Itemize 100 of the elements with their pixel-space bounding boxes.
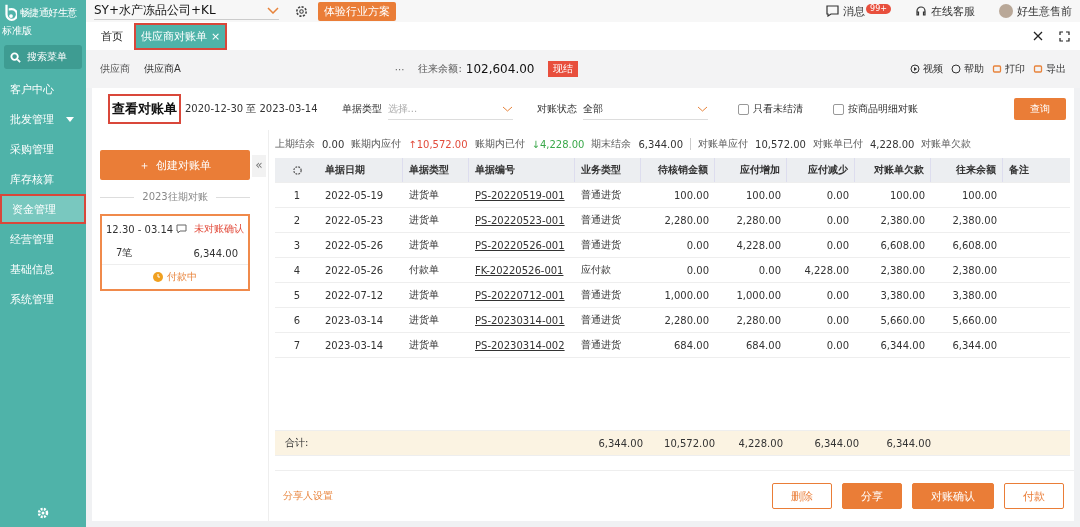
summary-label: 上期结余 bbox=[275, 137, 315, 151]
table-cell-text: 0.00 bbox=[685, 263, 710, 278]
toolbar-link[interactable]: 视频 bbox=[910, 62, 943, 76]
create-statement-button[interactable]: ＋ 创建对账单 bbox=[100, 150, 250, 180]
column-header: 单据编号 bbox=[469, 158, 575, 182]
table-cell-text: 进货单 bbox=[408, 238, 440, 252]
date-range: 2020-12-30 至 2023-03-14 bbox=[185, 102, 318, 116]
document-link[interactable]: PS-20220712-001 bbox=[469, 283, 575, 307]
service-button[interactable]: 在线客服 bbox=[915, 3, 975, 19]
settings-icon[interactable] bbox=[291, 164, 303, 176]
table-cell-text: 2,380.00 bbox=[879, 263, 926, 278]
table-cell-text: 100.00 bbox=[673, 188, 710, 203]
column-header: 待核销金额 bbox=[641, 158, 715, 182]
settlement-badge: 现结 bbox=[548, 61, 579, 77]
fullscreen-icon[interactable] bbox=[1059, 30, 1070, 42]
document-link[interactable]: PS-20230314-002 bbox=[469, 333, 575, 357]
document-link[interactable]: PS-20220526-001 bbox=[469, 233, 575, 257]
user-menu[interactable]: 好生意售前 bbox=[999, 3, 1072, 19]
table-cell-text: 3,380.00 bbox=[951, 288, 998, 303]
more-button[interactable]: ··· bbox=[394, 63, 405, 75]
count-badge: 99+ bbox=[866, 3, 891, 14]
action-button[interactable]: 分享 bbox=[842, 483, 902, 509]
summary-label: 账期内应付 bbox=[351, 137, 402, 151]
status-select[interactable]: 全部 bbox=[582, 98, 708, 120]
table-cell-text: 普通进货 bbox=[580, 213, 622, 227]
toolbar-link[interactable]: 导出 bbox=[1033, 62, 1066, 76]
table-cell-text: 2023-03-14 bbox=[324, 313, 385, 328]
toolbar-link[interactable]: 打印 bbox=[992, 62, 1025, 76]
menu-search-button[interactable]: 搜索菜单 bbox=[4, 45, 82, 69]
count-text: 7笔 bbox=[116, 246, 133, 260]
table-cell-text: 2022-07-12 bbox=[324, 288, 385, 303]
document-link[interactable]: PS-20220519-001 bbox=[469, 183, 575, 207]
table-cell-text: 进货单 bbox=[408, 213, 440, 227]
total-cell-text: 6,344.00 bbox=[597, 436, 644, 451]
summary-value: 6,344.00 bbox=[638, 138, 683, 150]
table-cell-text: 2,280.00 bbox=[735, 213, 782, 228]
table-cell-text: 进货单 bbox=[408, 338, 440, 352]
row-number: 5 bbox=[292, 288, 302, 303]
total-cell-text: 10,572.00 bbox=[663, 436, 716, 451]
supplier-label: 供应商 bbox=[100, 62, 130, 76]
query-button[interactable]: 查询 bbox=[1014, 98, 1066, 120]
table-cell-text: 2,280.00 bbox=[663, 313, 710, 328]
table-cell-text: 6,344.00 bbox=[951, 338, 998, 353]
summary-label: 对账单欠款 bbox=[921, 137, 972, 151]
filter-checkbox[interactable]: 只看未结清 bbox=[737, 102, 803, 116]
messages-button[interactable]: 消息 99+ bbox=[826, 3, 891, 19]
chevron-icon bbox=[267, 7, 279, 14]
action-button[interactable]: 对账确认 bbox=[912, 483, 994, 509]
close-icon[interactable] bbox=[1033, 31, 1043, 41]
checkbox[interactable] bbox=[832, 103, 844, 115]
collapse-button[interactable]: « bbox=[252, 155, 266, 177]
promo-button[interactable]: 体验行业方案 bbox=[318, 1, 396, 21]
table-cell-text: 100.00 bbox=[889, 188, 926, 203]
logo-icon bbox=[2, 2, 17, 24]
summary-value: 10,572.00 bbox=[755, 138, 806, 150]
table-cell-text: 进货单 bbox=[408, 188, 440, 202]
checkbox[interactable] bbox=[737, 103, 749, 115]
table-cell-text: 2,380.00 bbox=[951, 213, 998, 228]
table-cell-text: 2,380.00 bbox=[951, 263, 998, 278]
column-header: 单据类型 bbox=[403, 158, 469, 182]
filter-checkbox[interactable]: 按商品明细对账 bbox=[832, 102, 918, 116]
table-cell-text: 2022-05-26 bbox=[324, 238, 385, 253]
table-cell-text: 2022-05-26 bbox=[324, 263, 385, 278]
table-cell-text: 0.00 bbox=[825, 213, 850, 228]
document-link[interactable]: FK-20220526-001 bbox=[469, 258, 575, 282]
table-cell-text: 5,660.00 bbox=[951, 313, 998, 328]
column-header: 对账单欠款 bbox=[855, 158, 931, 182]
action-icon bbox=[1033, 64, 1043, 74]
table-cell-text: 0.00 bbox=[685, 238, 710, 253]
status-text: 未对账确认 bbox=[194, 222, 244, 236]
share-settings-link[interactable]: 分享人设置 bbox=[283, 489, 333, 503]
table-cell-text: 3,380.00 bbox=[879, 288, 926, 303]
table-cell-text: 5,660.00 bbox=[879, 313, 926, 328]
avatar-icon bbox=[999, 4, 1013, 18]
row-number: 6 bbox=[292, 313, 302, 328]
clock-icon bbox=[153, 272, 163, 282]
table-cell-text: 进货单 bbox=[408, 313, 440, 327]
action-button[interactable]: 删除 bbox=[772, 483, 832, 509]
column-header: 单据日期 bbox=[319, 158, 403, 182]
table-cell-text: 进货单 bbox=[408, 288, 440, 302]
company-select[interactable]: SY+水产冻品公司+KL bbox=[94, 2, 279, 20]
action-button[interactable]: 付款 bbox=[1004, 483, 1064, 509]
page-tab[interactable]: 首页 bbox=[96, 24, 128, 48]
statement-card[interactable]: 12.30 - 03.14 未对账确认 7笔 6,344.00 付款中 bbox=[100, 214, 250, 291]
document-link[interactable]: PS-20220523-001 bbox=[469, 208, 575, 232]
toolbar-link[interactable]: 帮助 bbox=[951, 62, 984, 76]
settings-icon[interactable] bbox=[295, 4, 308, 18]
total-cell-text: 6,344.00 bbox=[885, 436, 932, 451]
amount-text: 6,344.00 bbox=[193, 247, 238, 259]
row-number: 7 bbox=[292, 338, 302, 353]
table-cell-text: 0.00 bbox=[825, 188, 850, 203]
headset-icon bbox=[915, 5, 927, 17]
row-number: 2 bbox=[292, 213, 302, 228]
summary-label: 账期内已付 bbox=[474, 137, 525, 151]
document-link[interactable]: PS-20230314-001 bbox=[469, 308, 575, 332]
table-cell-text: 6,344.00 bbox=[879, 338, 926, 353]
summary-value: ↑10,572.00 bbox=[408, 138, 468, 150]
table-cell-text: 1,000.00 bbox=[735, 288, 782, 303]
edition-label: 标准版 bbox=[2, 24, 33, 38]
table-cell-text: 6,608.00 bbox=[951, 238, 998, 253]
